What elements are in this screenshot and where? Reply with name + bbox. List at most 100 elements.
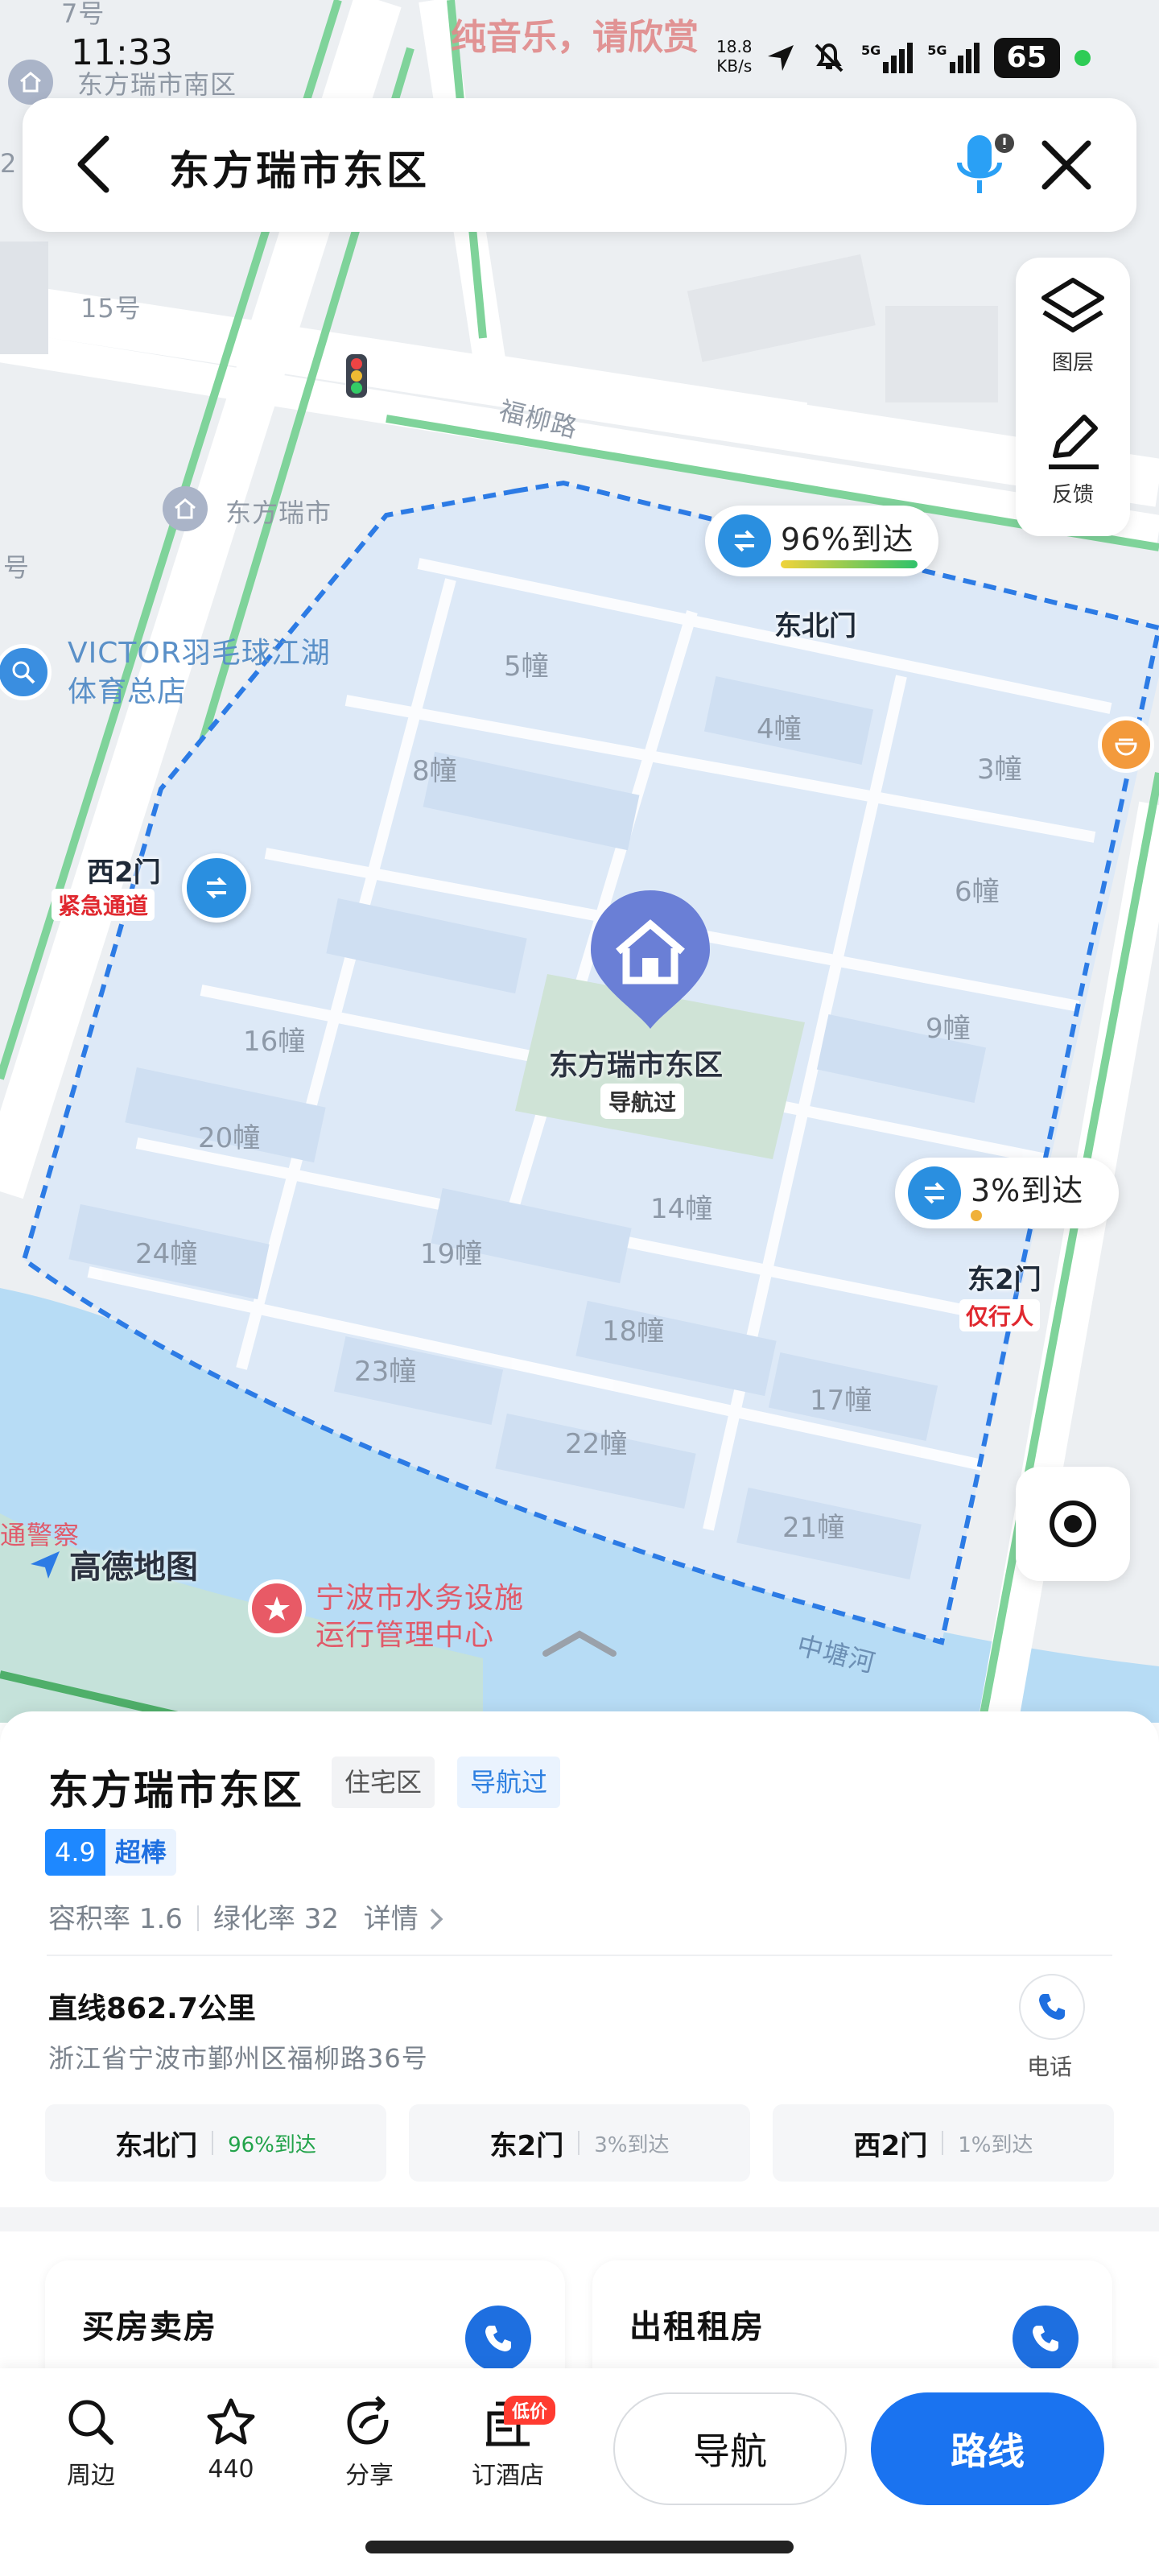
map-label-water-line1: 宁波市水务设施: [316, 1582, 525, 1615]
route-button[interactable]: 路线: [871, 2392, 1104, 2505]
poi-title: 东方瑞市东区: [48, 1766, 304, 1814]
building-label: 21幢: [782, 1512, 845, 1544]
locate-me-button[interactable]: [1016, 1467, 1130, 1581]
navigate-button[interactable]: 导航: [613, 2392, 847, 2505]
gate-chip-name: 东2门: [489, 2129, 564, 2162]
sheet-expand-handle[interactable]: [541, 1629, 618, 1662]
close-button[interactable]: [1038, 137, 1095, 196]
poi-facts[interactable]: 容积率 1.6 绿化率 32 详情: [48, 1897, 445, 1936]
building-label: 5幢: [504, 650, 549, 683]
government-poi-icon[interactable]: [248, 1579, 306, 1637]
building-label: 17幢: [810, 1385, 872, 1417]
entrance-icon: [718, 514, 771, 568]
card-phone-button[interactable]: [465, 2306, 531, 2372]
microphone-icon: [957, 134, 1014, 193]
plot-ratio: 容积率 1.6: [48, 1903, 183, 1935]
card-phone-button[interactable]: [1013, 2306, 1079, 2372]
map-canvas[interactable]: [0, 0, 1159, 1723]
residential-poi-icon[interactable]: [163, 486, 208, 531]
search-bar[interactable]: 东方瑞市东区: [23, 98, 1136, 232]
share-label: 分享: [345, 2462, 394, 2490]
nearby-button[interactable]: 周边: [47, 2396, 135, 2491]
location-arrow-icon: [768, 45, 794, 71]
details-link[interactable]: 详情: [364, 1903, 419, 1935]
building-label: 18幢: [602, 1315, 665, 1348]
phone-icon: [485, 2326, 511, 2351]
share-button[interactable]: 分享: [325, 2396, 414, 2491]
favorite-button[interactable]: 440: [187, 2396, 275, 2483]
building-label: 3幢: [977, 753, 1022, 786]
destination-pin[interactable]: [586, 887, 715, 1035]
search-icon: [68, 2400, 113, 2445]
arrival-bar: [781, 559, 918, 568]
section-separator: [0, 2207, 1159, 2231]
card-title: 买房卖房: [82, 2308, 217, 2346]
call-button[interactable]: [1019, 1974, 1085, 2040]
map-view[interactable]: 7号 东方瑞市南区 15号 东方瑞市 福柳路 VICTOR羽毛球江湖 体育总店 …: [0, 0, 1159, 1723]
building-label: 16幢: [243, 1026, 306, 1058]
layers-button[interactable]: 图层: [1016, 275, 1130, 376]
green-ratio: 绿化率 32: [212, 1903, 339, 1935]
entrance-marker-west2[interactable]: [182, 853, 251, 923]
edit-pencil-icon: [1049, 415, 1099, 469]
signal-5g-1-icon: 5G: [861, 43, 914, 73]
gate-bubble-northeast[interactable]: 96%到达: [705, 506, 938, 576]
traffic-light-icon: [346, 354, 367, 398]
gate-arrival-pct: 96%到达: [781, 521, 914, 557]
gate-arrival-pct: 3%到达: [971, 1172, 1084, 1208]
search-query[interactable]: 东方瑞市东区: [169, 138, 430, 196]
gate-chip-east2[interactable]: 东2门 3%到达: [409, 2104, 750, 2182]
building-label: 4幢: [757, 713, 802, 745]
map-label-dongfang-ruishi: 东方瑞市: [225, 497, 332, 528]
layers-icon: [1041, 278, 1104, 332]
net-speed: 18.8 KB/s: [716, 37, 753, 76]
gate-label-east2: 东2门: [967, 1264, 1041, 1296]
target-icon: [1050, 1501, 1096, 1547]
building-label: 20幢: [198, 1122, 261, 1154]
map-label-hao: 号: [3, 552, 31, 583]
gate-chip-pct: 96%到达: [228, 2132, 316, 2157]
gate-chip-northeast[interactable]: 东北门 96%到达: [45, 2104, 386, 2182]
feedback-button[interactable]: 反馈: [1016, 407, 1130, 508]
gate-chip-west2[interactable]: 西2门 1%到达: [773, 2104, 1114, 2182]
chevron-right-icon: [430, 1908, 443, 1930]
back-button[interactable]: [71, 132, 119, 200]
building-label: 24幢: [135, 1238, 198, 1270]
building-label: 19幢: [420, 1238, 483, 1270]
mute-bell-icon: [815, 43, 843, 72]
map-label-water-line2: 运行管理中心: [316, 1619, 495, 1652]
food-poi-icon[interactable]: [1098, 716, 1154, 773]
nearby-label: 周边: [67, 2462, 115, 2490]
status-bar: 11:33 纯音乐，请欣赏 18.8 KB/s 5G 5G 65: [0, 0, 1159, 97]
building-label: 6幢: [955, 876, 1000, 908]
map-label-house-15: 15号: [80, 293, 142, 324]
building-label: 14幢: [650, 1193, 713, 1225]
voice-button[interactable]: [955, 130, 1019, 203]
gate-label-northeast: 东北门: [774, 610, 856, 642]
building-label: 22幢: [565, 1428, 628, 1460]
map-tools-panel: 图层 反馈: [1016, 258, 1130, 536]
card-title: 出租租房: [629, 2308, 765, 2346]
entrance-icon: [908, 1166, 961, 1220]
home-indicator[interactable]: [365, 2541, 794, 2553]
navigated-tag: 导航过: [457, 1757, 561, 1808]
chevron-left-icon: [77, 135, 109, 193]
hotel-label: 订酒店: [472, 2462, 544, 2490]
map-label-edge-2: 2: [0, 148, 18, 179]
privacy-indicator-dot: [1074, 50, 1091, 66]
map-label-victor-line2: 体育总店: [68, 675, 188, 708]
rating-badge: 4.9 超棒: [45, 1829, 176, 1876]
destination-pin-tag: 导航过: [600, 1084, 685, 1119]
gaode-brand: 高德地图: [69, 1549, 198, 1586]
gate-bubble-east2[interactable]: 3%到达: [895, 1158, 1119, 1228]
rating-score: 4.9: [45, 1829, 105, 1876]
gate-chip-name: 东北门: [115, 2129, 198, 2162]
call-label: 电话: [1027, 2054, 1073, 2080]
address-text: 浙江省宁波市鄞州区福柳路36号: [48, 2043, 428, 2074]
gate-chip-pct: 3%到达: [594, 2132, 670, 2157]
status-icons: 5G 5G 65: [765, 35, 1091, 80]
rating-word: 超棒: [105, 1829, 176, 1876]
music-marquee: 纯音乐，请欣赏: [451, 17, 699, 58]
status-time: 11:33: [71, 32, 173, 73]
low-price-badge: 低价: [504, 2396, 556, 2425]
